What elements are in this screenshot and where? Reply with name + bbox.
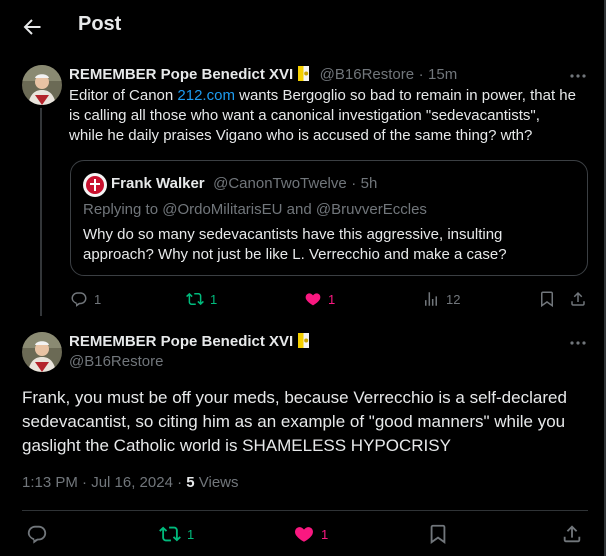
bookmark-button[interactable] [427,523,449,545]
share-button[interactable] [569,290,587,308]
share-icon [563,525,581,543]
papal-flag-icon [298,66,310,81]
reply-count: 1 [94,291,102,307]
quoted-author-row: Frank Walker @CanonTwoTwelve · 5h [111,175,377,193]
avatar-image [22,332,62,372]
user-handle[interactable]: @B16Restore [69,353,163,370]
post-link[interactable]: 212.com [177,87,235,104]
bookmark-button[interactable] [538,290,556,308]
like-count: 1 [328,291,336,307]
repost-icon [159,526,181,542]
post-author-row: REMEMBER Pope Benedict XVI @B16Restore ·… [69,66,457,84]
avatar[interactable] [22,65,62,105]
avatar-image [22,65,62,105]
repost-button[interactable]: 1 [186,290,217,308]
heart-filled-icon [305,293,321,306]
replying-to-line: Replying to @OrdoMilitarisEU and @Bruvve… [83,201,427,218]
views-button[interactable]: 12 [422,290,460,308]
user-handle[interactable]: @B16Restore [320,66,414,83]
quoted-text-line1: Why do so many sedevacantists have this … [83,226,503,243]
main-text-line2: sedevacantist, so citing him as an examp… [22,412,566,431]
like-count: 1 [321,526,329,542]
reply-icon [27,525,47,544]
top-bar: Post [0,0,606,53]
more-options-icon[interactable] [568,333,588,353]
display-name[interactable]: REMEMBER Pope Benedict XVI [69,333,293,350]
bookmark-icon [541,291,553,308]
repost-count: 1 [187,526,195,542]
display-name[interactable]: REMEMBER Pope Benedict XVI [69,66,293,83]
post-text-line3: while he daily praises Vigano who is acc… [69,127,533,144]
post-text-line1-rest: wants Bergoglio so bad to remain in powe… [234,87,576,104]
repost-count: 1 [210,291,218,307]
back-arrow-icon[interactable] [20,15,44,39]
views-count: 12 [446,291,461,307]
separator-dot: · [418,66,424,83]
separator-dot: · [351,175,357,192]
post-text: Editor of Canon 212.com wants Bergoglio … [69,86,594,146]
quoted-text: Why do so many sedevacantists have this … [83,225,583,265]
like-button[interactable]: 1 [293,523,328,545]
post-text-line2: is calling all those who want a canonica… [69,107,540,124]
reply-icon [71,292,87,307]
main-author-name-row: REMEMBER Pope Benedict XVI [69,333,310,351]
thread-connector-line [40,108,42,316]
views-count: 5 [186,474,195,491]
share-button[interactable] [561,523,583,545]
main-post-text: Frank, you must be off your meds, becaus… [22,386,597,458]
reply-button[interactable]: 1 [70,290,101,308]
divider [22,510,588,511]
quoted-text-line2: approach? Why not just be like L. Verrec… [83,246,507,263]
quoted-handle: @CanonTwoTwelve [213,175,347,192]
quoted-post[interactable]: Frank Walker @CanonTwoTwelve · 5h Replyi… [70,160,588,276]
cross-emblem-icon [86,176,104,194]
share-icon [571,291,585,306]
post-text-prefix: Editor of Canon [69,87,178,104]
reply-button[interactable] [26,523,48,545]
replying-to-user-2[interactable]: @BruvverEccles [316,201,427,218]
avatar[interactable] [22,332,62,372]
main-text-line3: gaslight the Catholic world is SHAMELESS… [22,436,451,455]
quoted-display-name: Frank Walker [111,175,205,192]
quoted-time: 5h [360,175,378,192]
post-metadata: 1:13 PM · Jul 16, 2024 · 5 Views [22,474,239,491]
more-options-icon[interactable] [568,66,588,86]
repost-button[interactable]: 1 [159,523,194,545]
views-label: Views [194,474,239,491]
quoted-avatar [83,173,107,197]
repost-icon [186,292,204,306]
post-timestamp[interactable]: 1:13 PM · Jul 16, 2024 · [22,474,186,491]
replying-to-and: and [282,201,316,218]
page-title: Post [78,13,122,35]
post-time[interactable]: 15m [428,66,457,83]
bookmark-icon [430,524,446,544]
main-text-line1: Frank, you must be off your meds, becaus… [22,388,567,407]
replying-to-label: Replying to [83,201,163,218]
like-button[interactable]: 1 [304,290,335,308]
papal-flag-icon [298,333,310,348]
replying-to-user-1[interactable]: @OrdoMilitarisEU [162,201,282,218]
analytics-icon [425,292,437,306]
heart-filled-icon [295,527,313,542]
